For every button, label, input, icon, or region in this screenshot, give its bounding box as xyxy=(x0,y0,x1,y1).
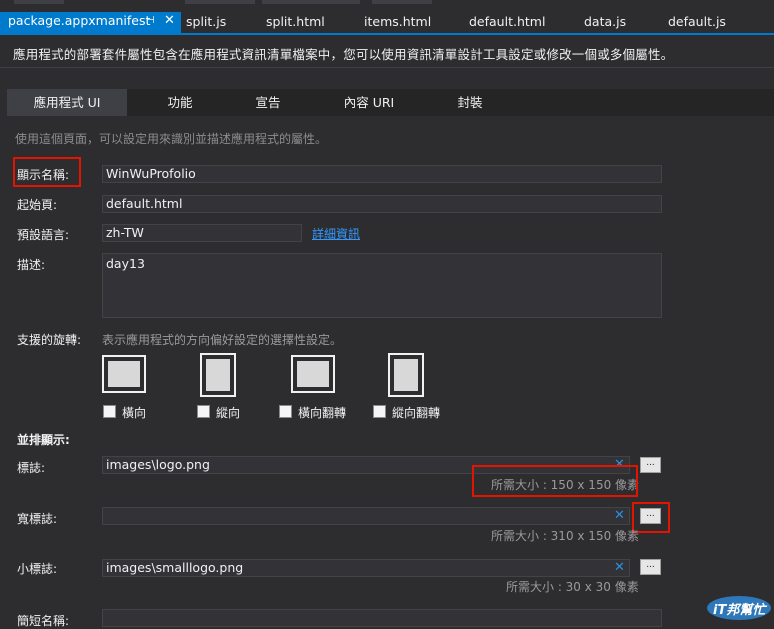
portrait-flipped-device-icon xyxy=(388,353,424,397)
tab-items-html[interactable]: items.html xyxy=(364,12,431,32)
page-subdescription: 使用這個頁面，可以設定用來識別並描述應用程式的屬性。 xyxy=(15,132,328,146)
browse-logo-button[interactable]: ... xyxy=(640,457,661,473)
portrait-device-icon xyxy=(200,353,236,397)
browse-small-logo-button[interactable]: ... xyxy=(640,559,661,575)
portrait-label: 縱向 xyxy=(216,406,241,420)
manifest-description: 應用程式的部署套件屬性包含在應用程式資訊清單檔案中，您可以使用資訊清單設計工具設… xyxy=(13,47,674,62)
small-logo-label: 小標誌: xyxy=(17,562,58,576)
close-icon[interactable]: ✕ xyxy=(164,13,175,28)
tab-application-ui[interactable]: 應用程式 UI xyxy=(7,89,127,116)
rotation-label: 支援的旋轉: xyxy=(17,333,82,347)
tab-declarations[interactable]: 宣告 xyxy=(238,89,298,116)
start-page-input[interactable]: default.html xyxy=(102,195,662,213)
tab-packaging[interactable]: 封裝 xyxy=(440,89,500,116)
short-name-input[interactable] xyxy=(102,609,662,627)
description-textarea[interactable]: day13 xyxy=(102,253,662,318)
tab-data-js[interactable]: data.js xyxy=(584,12,626,32)
tab-split-html[interactable]: split.html xyxy=(266,12,325,32)
pin-icon[interactable]: ⊣ xyxy=(146,15,155,26)
wide-logo-label: 寬標誌: xyxy=(17,512,58,526)
highlight-box xyxy=(13,157,81,187)
description-label: 描述: xyxy=(17,258,46,272)
watermark-logo: iT邦幫忙 xyxy=(705,592,773,622)
watermark-text: iT邦幫忙 xyxy=(713,603,766,618)
clear-small-logo-icon[interactable]: ✕ xyxy=(614,560,625,575)
tab-label: package.appxmanifest xyxy=(8,13,151,28)
tab-accent-line xyxy=(0,33,774,35)
default-language-input[interactable]: zh-TW xyxy=(102,224,302,242)
display-name-input[interactable]: WinWuProfolio xyxy=(102,165,662,183)
tab-default-js[interactable]: default.js xyxy=(668,12,726,32)
logo-label: 標誌: xyxy=(17,461,46,475)
default-language-label: 預設語言: xyxy=(17,228,70,242)
clear-wide-logo-icon[interactable]: ✕ xyxy=(614,508,625,523)
rotation-hint: 表示應用程式的方向偏好設定的選擇性設定。 xyxy=(102,333,343,347)
landscape-flipped-device-icon xyxy=(291,355,335,393)
wide-logo-input[interactable] xyxy=(102,507,630,525)
short-name-label: 簡短名稱: xyxy=(17,614,70,628)
tab-package-appxmanifest[interactable]: package.appxmanifest ⊣ ✕ xyxy=(0,12,181,34)
tab-default-html[interactable]: default.html xyxy=(469,12,545,32)
landscape-flipped-label: 橫向翻轉 xyxy=(298,406,347,420)
portrait-flipped-label: 縱向翻轉 xyxy=(392,406,441,420)
landscape-flipped-checkbox[interactable] xyxy=(279,405,292,418)
landscape-label: 橫向 xyxy=(122,406,147,420)
start-page-label: 起始頁: xyxy=(17,198,58,212)
tab-capabilities[interactable]: 功能 xyxy=(150,89,210,116)
wide-logo-size-hint: 所需大小 : 310 x 150 像素 xyxy=(491,529,640,543)
highlight-box xyxy=(472,465,638,497)
tab-content-uris[interactable]: 內容 URI xyxy=(333,89,405,116)
more-info-link[interactable]: 詳細資訊 xyxy=(312,225,360,242)
portrait-flipped-checkbox[interactable] xyxy=(373,405,386,418)
small-logo-size-hint: 所需大小 : 30 x 30 像素 xyxy=(506,580,639,594)
portrait-checkbox[interactable] xyxy=(197,405,210,418)
landscape-device-icon xyxy=(102,355,146,393)
divider xyxy=(0,67,774,68)
tab-split-js[interactable]: split.js xyxy=(186,12,226,32)
small-logo-input[interactable]: images\smalllogo.png xyxy=(102,559,630,577)
landscape-checkbox[interactable] xyxy=(103,405,116,418)
tile-section-label: 並排顯示: xyxy=(17,433,70,447)
